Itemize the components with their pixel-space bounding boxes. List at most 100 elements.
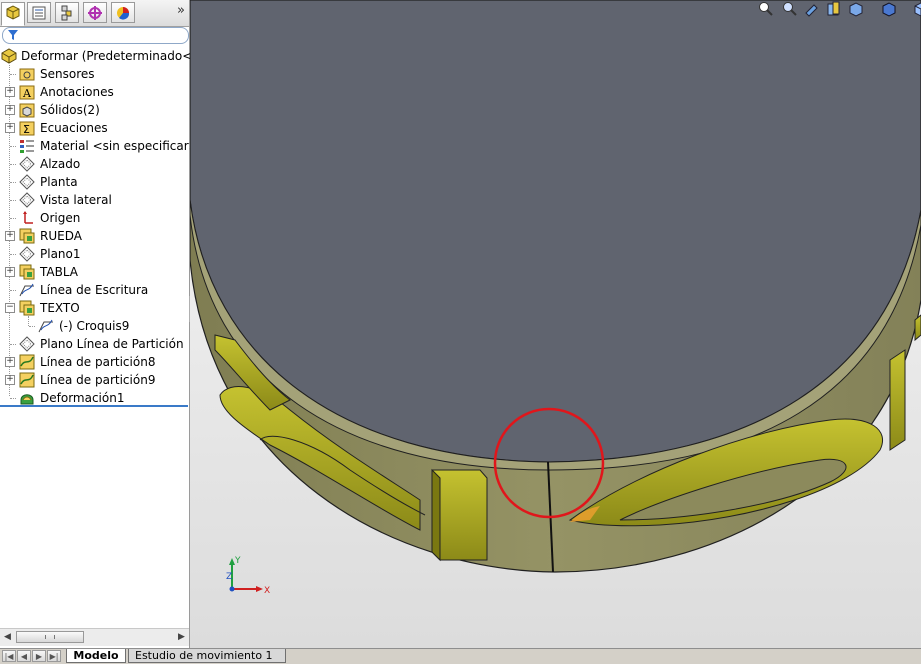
letter-block-side: [431, 468, 441, 562]
horizontal-scrollbar[interactable]: ◀ ▶: [0, 628, 189, 646]
graphics-area[interactable]: X Y Z: [190, 0, 921, 648]
tree-item-label: Deformación1: [40, 391, 125, 405]
tree-item-label: RUEDA: [40, 229, 82, 243]
tab-motion-study[interactable]: Estudio de movimiento 1: [128, 649, 286, 663]
tree-branch: [10, 164, 16, 165]
tree-item-tabla[interactable]: + TABLA: [0, 263, 189, 281]
feature-icon: [19, 300, 35, 316]
pane-tab-strip: »: [0, 0, 189, 27]
tree-item-ecuaciones[interactable]: + Σ Ecuaciones: [0, 119, 189, 137]
split-line-icon: [19, 372, 35, 388]
property-manager-icon: [32, 6, 46, 20]
tree-item-rueda[interactable]: + RUEDA: [0, 227, 189, 245]
wheel-model[interactable]: [190, 0, 921, 648]
tree-item-vista-lateral[interactable]: Vista lateral: [0, 191, 189, 209]
tree-item-label: Planta: [40, 175, 78, 189]
tree-item-solidos[interactable]: + Sólidos(2): [0, 101, 189, 119]
triad-x-label: X: [264, 586, 270, 596]
configuration-icon: [61, 5, 72, 21]
plane-icon: [19, 336, 35, 352]
tree-item-linea-de-escritura[interactable]: Línea de Escritura: [0, 281, 189, 299]
more-tabs-chevron[interactable]: »: [177, 3, 185, 18]
expand-toggle[interactable]: +: [5, 105, 15, 115]
feature-tree-filter[interactable]: [2, 27, 189, 44]
tree-branch: [10, 344, 16, 345]
scroll-left-arrow[interactable]: ◀: [4, 632, 11, 642]
plane-icon: [19, 192, 35, 208]
tab-modelo[interactable]: Modelo: [66, 649, 126, 663]
dimxpert-tab[interactable]: [83, 2, 107, 23]
part-icon: [1, 48, 17, 64]
tree-item-label: Alzado: [40, 157, 81, 171]
tree-item-texto[interactable]: − TEXTO: [0, 299, 189, 317]
prev-tab-arrow[interactable]: ◀: [17, 650, 31, 662]
tree-item-croquis9[interactable]: (-) Croquis9: [0, 317, 189, 335]
hide-show-icon[interactable]: [913, 1, 921, 17]
tree-item-material[interactable]: Material <sin especificar>: [0, 137, 199, 155]
solid-bodies-icon: [19, 103, 35, 118]
tree-branch: [29, 326, 35, 327]
plane-icon: [19, 174, 35, 190]
tree-item-label: Ecuaciones: [40, 121, 108, 135]
tree-item-label: Sólidos(2): [40, 103, 100, 117]
tree-item-linea-de-particion8[interactable]: + Línea de partición8: [0, 353, 189, 371]
appearance-icon: [117, 7, 130, 20]
feature-icon: [19, 264, 35, 280]
featuremanager-tab[interactable]: [1, 2, 25, 26]
tree-item-alzado[interactable]: Alzado: [0, 155, 189, 173]
scroll-right-arrow[interactable]: ▶: [178, 632, 185, 642]
bottom-tab-bar: |◀ ◀ ▶ ▶| Modelo Estudio de movimiento 1: [0, 648, 921, 664]
expand-toggle[interactable]: +: [5, 231, 15, 241]
tree-branch: [10, 290, 16, 291]
view-orientation-icon[interactable]: [848, 1, 864, 17]
tree-item-plano1[interactable]: Plano1: [0, 245, 189, 263]
tree-branch: [10, 146, 16, 147]
tree-branch: [10, 74, 16, 75]
tree-item-plano-linea-de-particion[interactable]: Plano Línea de Partición: [0, 335, 189, 353]
heads-up-view-toolbar: [621, 0, 921, 20]
collapse-toggle[interactable]: −: [5, 303, 15, 313]
tree-item-label: Plano1: [40, 247, 81, 261]
expand-toggle[interactable]: +: [5, 87, 15, 97]
last-tab-arrow[interactable]: ▶|: [47, 650, 61, 662]
configurationmanager-tab[interactable]: [55, 2, 79, 23]
triad-y-label: Y: [234, 556, 241, 566]
zoom-area-icon[interactable]: [782, 1, 798, 17]
tree-item-label: Material <sin especificar>: [40, 139, 199, 153]
expand-toggle[interactable]: +: [5, 357, 15, 367]
tree-branch: [10, 254, 16, 255]
sketch-icon: [38, 319, 53, 333]
next-tab-arrow[interactable]: ▶: [32, 650, 46, 662]
tree-branch: [10, 398, 16, 399]
filter-icon: [8, 30, 18, 40]
rollback-bar[interactable]: [0, 405, 188, 407]
zoom-to-fit-icon[interactable]: [758, 1, 774, 17]
section-view-icon[interactable]: [826, 1, 842, 17]
tree-item-label: Línea de partición9: [40, 373, 156, 387]
split-line-icon: [19, 354, 35, 370]
expand-toggle[interactable]: +: [5, 267, 15, 277]
annotation-icon: A: [19, 85, 35, 100]
svg-text:Σ: Σ: [23, 123, 30, 136]
scroll-thumb[interactable]: [16, 631, 84, 643]
propertymanager-tab[interactable]: [27, 2, 51, 23]
expand-toggle[interactable]: +: [5, 375, 15, 385]
tree-item-linea-de-particion9[interactable]: + Línea de partición9: [0, 371, 189, 389]
expand-toggle[interactable]: +: [5, 123, 15, 133]
display-style-icon[interactable]: [881, 1, 897, 17]
first-tab-arrow[interactable]: |◀: [2, 650, 16, 662]
tree-root-part[interactable]: Deformar (Predeterminado<<P: [0, 47, 210, 65]
tree-branch: [10, 182, 16, 183]
tree-item-sensores[interactable]: Sensores: [0, 65, 189, 83]
equations-icon: Σ: [19, 121, 35, 136]
origin-icon: [23, 211, 33, 224]
tree-branch: [10, 218, 16, 219]
tree-item-anotaciones[interactable]: + A Anotaciones: [0, 83, 189, 101]
sensor-folder-icon: [19, 68, 35, 81]
feature-tree-icon: [6, 5, 20, 20]
tree-item-origen[interactable]: Origen: [0, 209, 189, 227]
previous-view-icon[interactable]: [804, 1, 820, 17]
feature-icon: [19, 228, 35, 244]
tree-item-planta[interactable]: Planta: [0, 173, 189, 191]
display-manager-tab[interactable]: [111, 2, 135, 23]
